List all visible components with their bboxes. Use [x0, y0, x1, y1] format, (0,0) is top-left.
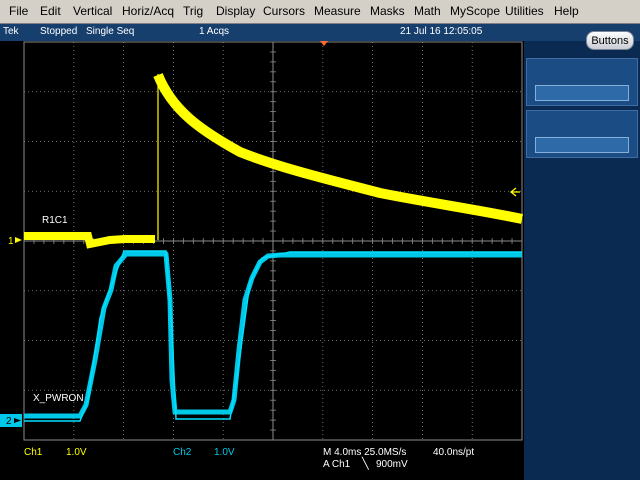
menu-masks[interactable]: Masks — [370, 4, 405, 18]
side-control-2-field[interactable] — [535, 137, 629, 153]
ch1-ground-marker[interactable]: 1 — [8, 236, 22, 247]
side-panel — [524, 41, 640, 480]
ch1-marker-arrow-icon — [15, 237, 22, 243]
readout-bar: Ch1 1.0V Ch2 1.0V M 4.0ms 25.0MS/s 40.0n… — [0, 441, 524, 480]
menu-utilities[interactable]: Utilities — [505, 4, 544, 18]
ch1-trace-label: R1C1 — [42, 215, 68, 226]
menu-bar: File Edit Vertical Horiz/Acq Trig Displa… — [0, 0, 640, 24]
acquisition-state: Stopped — [40, 26, 78, 37]
menu-myscope[interactable]: MyScope — [450, 4, 500, 18]
menu-edit[interactable]: Edit — [40, 4, 61, 18]
ch2-trace-label: X_PWRON — [33, 393, 84, 404]
menu-math[interactable]: Math — [414, 4, 441, 18]
menu-measure[interactable]: Measure — [314, 4, 361, 18]
trigger-position-icon[interactable] — [320, 41, 328, 46]
side-control-2[interactable] — [526, 110, 638, 158]
menu-display[interactable]: Display — [216, 4, 255, 18]
status-bar: Tek Stopped Single Seq 1 Acqs 21 Jul 16 … — [0, 24, 640, 41]
trigger-level-readout[interactable]: 900mV — [376, 459, 408, 470]
trigger-level-icon[interactable] — [509, 187, 520, 197]
record-resolution-readout: 40.0ns/pt — [433, 447, 475, 458]
ch2-readout-name[interactable]: Ch2 — [173, 447, 191, 458]
side-control-1-field[interactable] — [535, 85, 629, 101]
menu-trig[interactable]: Trig — [183, 4, 203, 18]
ch2-marker-label: 2 — [6, 416, 12, 427]
date-time: 21 Jul 16 12:05:05 — [400, 26, 483, 37]
ch2-readout-scale[interactable]: 1.0V — [214, 447, 235, 458]
menu-vertical[interactable]: Vertical — [73, 4, 112, 18]
acquisition-count: 1 Acqs — [199, 26, 230, 37]
menu-file[interactable]: File — [9, 4, 28, 18]
falling-edge-icon: ╲ — [362, 458, 369, 470]
menu-horiz-acq[interactable]: Horiz/Acq — [122, 4, 174, 18]
trigger-source-readout[interactable]: A Ch1 — [323, 459, 350, 470]
acquisition-mode: Single Seq — [86, 26, 135, 37]
ch1-marker-label: 1 — [8, 236, 14, 247]
brand-label: Tek — [3, 26, 19, 37]
ch1-readout-scale[interactable]: 1.0V — [66, 447, 87, 458]
waveform-display: R1C1 X_PWRON 1 2 — [0, 41, 524, 441]
menu-cursors[interactable]: Cursors — [263, 4, 305, 18]
side-control-1[interactable] — [526, 58, 638, 106]
buttons-button[interactable]: Buttons — [586, 31, 634, 50]
ch1-readout-name[interactable]: Ch1 — [24, 447, 42, 458]
menu-help[interactable]: Help — [554, 4, 579, 18]
ch2-ground-marker[interactable]: 2 — [0, 414, 22, 427]
